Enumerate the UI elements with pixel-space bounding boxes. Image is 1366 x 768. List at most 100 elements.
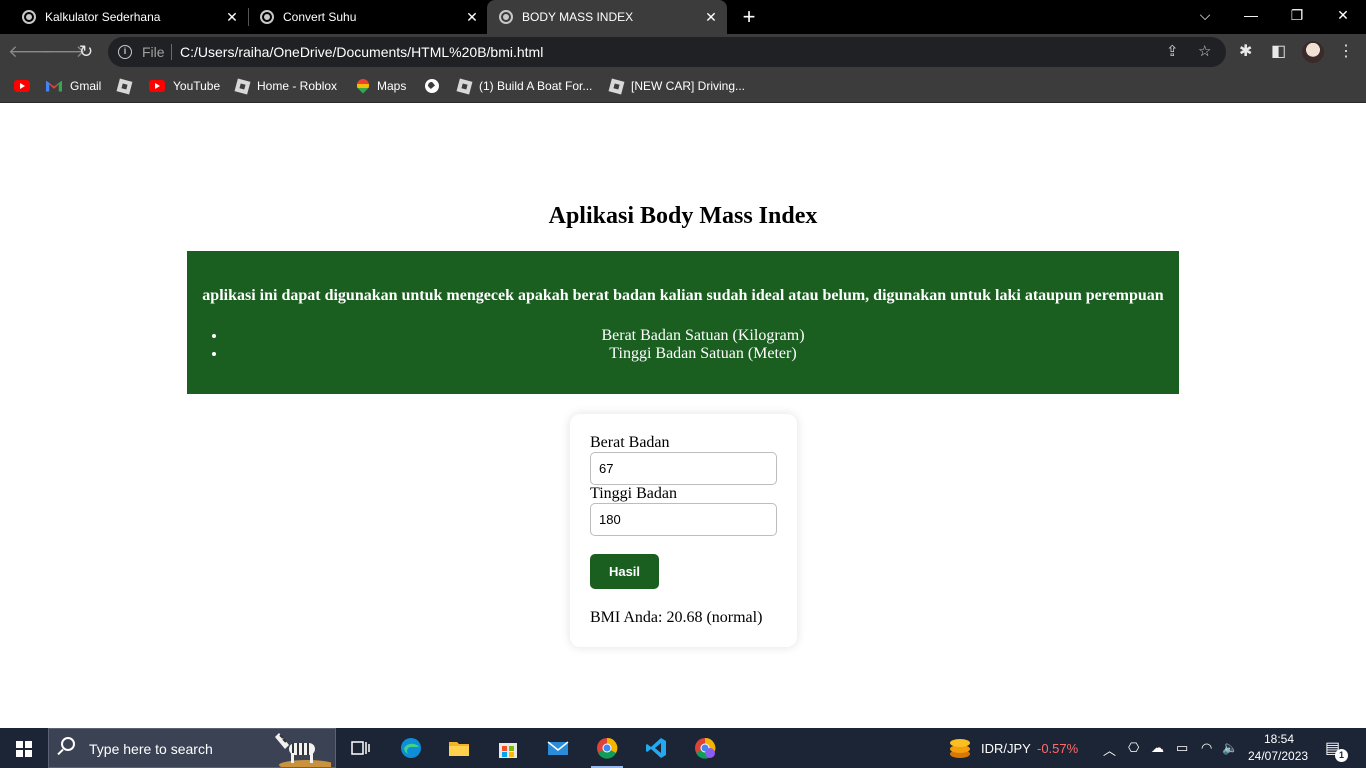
task-view-icon [351, 741, 370, 755]
info-banner: aplikasi ini dapat digunakan untuk menge… [187, 251, 1179, 394]
globe-icon [425, 79, 439, 93]
mail-taskbar-app[interactable] [536, 732, 580, 768]
globe-icon [22, 10, 36, 24]
globe-icon [260, 10, 274, 24]
volume-icon[interactable]: 🔈 [1222, 740, 1238, 756]
weight-input[interactable] [590, 452, 777, 485]
url-text[interactable]: C:/Users/raiha/OneDrive/Documents/HTML%2… [180, 44, 543, 60]
close-icon[interactable]: ✕ [462, 9, 482, 26]
roblox-icon [234, 78, 251, 94]
mail-icon [547, 741, 569, 755]
bookmark-youtube[interactable]: YouTube [149, 76, 220, 96]
bookmark-label: Maps [377, 79, 407, 93]
search-icon [61, 737, 75, 751]
ticker-symbol[interactable]: IDR/JPY [981, 741, 1031, 756]
task-view-button[interactable] [338, 732, 382, 768]
onedrive-cloud-icon[interactable]: ☁ [1151, 740, 1164, 756]
chrome-taskbar-app[interactable] [585, 732, 629, 768]
weight-label: Berat Badan [590, 434, 670, 451]
clock-time[interactable]: 18:54 [1264, 732, 1294, 746]
bookmark-new-car-driving[interactable]: [NEW CAR] Driving... [608, 76, 746, 96]
roblox-icon [116, 78, 133, 94]
tab-title: Convert Suhu [283, 10, 357, 24]
bookmark-roblox-shortcut[interactable] [116, 76, 139, 96]
bookmark-label: [NEW CAR] Driving... [631, 79, 746, 93]
windows-taskbar: Type here to search IDR/JPY -0.57% ︿ ⎔ ☁… [0, 728, 1366, 768]
tab-body-mass-index[interactable]: BODY MASS INDEX ✕ [487, 0, 727, 34]
meet-now-icon[interactable]: ⎔ [1128, 740, 1139, 756]
bookmark-build-a-boat[interactable]: (1) Build A Boat For... [456, 76, 592, 96]
tab-convert-suhu[interactable]: Convert Suhu ✕ [238, 0, 488, 34]
edge-icon [401, 738, 421, 758]
taskbar-search-box[interactable]: Type here to search [48, 728, 336, 768]
page-content: Aplikasi Body Mass Index aplikasi ini da… [0, 103, 1366, 728]
bookmarks-bar: Gmail YouTube Home - Roblox Maps (1) Bui… [0, 70, 1366, 103]
forward-icon[interactable]: 🡒 [40, 38, 86, 66]
new-tab-button[interactable]: + [736, 3, 762, 31]
browser-toolbar: 🡐 🡒 ↻ i File C:/Users/raiha/OneDrive/Doc… [0, 34, 1366, 70]
restore-button[interactable]: ❐ [1274, 0, 1320, 34]
close-icon[interactable]: ✕ [701, 9, 721, 26]
vscode-taskbar-app[interactable] [634, 732, 678, 768]
bmi-form-card: Berat Badan Tinggi Badan Hasil BMI Anda:… [570, 414, 797, 647]
vscode-icon [646, 738, 666, 758]
menu-icon[interactable]: ⋮ [1338, 41, 1354, 61]
currency-coins-icon [950, 739, 970, 758]
youtube-icon [14, 80, 30, 92]
share-icon[interactable]: ⇪ [1166, 42, 1179, 60]
chrome-profile-taskbar-app[interactable] [683, 732, 727, 768]
unit-weight: Berat Badan Satuan (Kilogram) [227, 327, 1179, 345]
bmi-result: BMI Anda: 20.68 (normal) [590, 609, 763, 626]
youtube-icon [149, 80, 165, 92]
search-placeholder: Type here to search [89, 741, 213, 757]
microsoft-store-taskbar-app[interactable] [486, 732, 530, 768]
battery-icon[interactable]: ▭ [1176, 740, 1188, 756]
bookmark-label: YouTube [173, 79, 221, 93]
tab-kalkulator[interactable]: Kalkulator Sederhana ✕ [0, 0, 248, 34]
wifi-icon[interactable]: ◠ [1201, 740, 1212, 756]
url-scheme: File [142, 44, 165, 60]
chevron-up-icon[interactable]: ︿ [1103, 740, 1116, 759]
back-icon[interactable]: 🡐 [8, 38, 54, 66]
browser-tab-strip: Kalkulator Sederhana ✕ Convert Suhu ✕ BO… [0, 0, 1366, 34]
bookmark-maps[interactable]: Maps [357, 76, 406, 96]
tab-title: BODY MASS INDEX [522, 10, 634, 24]
zebra-illustration-icon [275, 733, 331, 767]
unit-height: Tinggi Badan Satuan (Meter) [227, 345, 1179, 363]
bookmark-gmail[interactable]: Gmail [46, 76, 101, 96]
file-explorer-taskbar-app[interactable] [437, 732, 481, 768]
bookmark-label: Gmail [70, 79, 102, 93]
bookmark-home-roblox[interactable]: Home - Roblox [234, 76, 338, 96]
folder-icon [449, 742, 469, 756]
close-window-button[interactable]: ✕ [1320, 0, 1366, 34]
tab-search-dropdown[interactable]: ⌵ [1182, 0, 1228, 34]
bookmark-youtube-shortcut[interactable] [14, 76, 38, 96]
height-input[interactable] [590, 503, 777, 536]
tab-title: Kalkulator Sederhana [45, 10, 161, 24]
bookmark-star-icon[interactable]: ☆ [1198, 42, 1211, 60]
edge-taskbar-app[interactable] [389, 732, 433, 768]
roblox-icon [456, 78, 473, 94]
bookmark-globe-shortcut[interactable] [425, 76, 447, 96]
minimize-button[interactable]: — [1228, 0, 1274, 34]
start-button[interactable] [0, 728, 48, 768]
extensions-icon[interactable]: ✱ [1239, 41, 1252, 61]
profile-avatar[interactable] [1302, 41, 1324, 63]
height-label: Tinggi Badan [590, 485, 677, 502]
app-description: aplikasi ini dapat digunakan untuk menge… [202, 287, 1164, 304]
unit-list: Berat Badan Satuan (Kilogram) Tinggi Bad… [227, 327, 1179, 363]
store-icon [499, 743, 517, 758]
clock-date[interactable]: 24/07/2023 [1248, 749, 1308, 763]
page-title: Aplikasi Body Mass Index [548, 203, 818, 229]
address-bar[interactable]: i File C:/Users/raiha/OneDrive/Documents… [108, 37, 1226, 67]
bookmark-label: Home - Roblox [257, 79, 338, 93]
omnibox-divider [171, 44, 172, 60]
roblox-icon [608, 78, 625, 94]
reload-icon[interactable]: ↻ [72, 38, 100, 66]
side-panel-icon[interactable]: ◧ [1271, 41, 1286, 61]
info-icon[interactable]: i [118, 45, 132, 59]
hasil-button[interactable]: Hasil [590, 554, 659, 589]
windows-logo-icon [16, 741, 32, 757]
globe-icon [499, 10, 513, 24]
maps-icon [357, 78, 369, 94]
